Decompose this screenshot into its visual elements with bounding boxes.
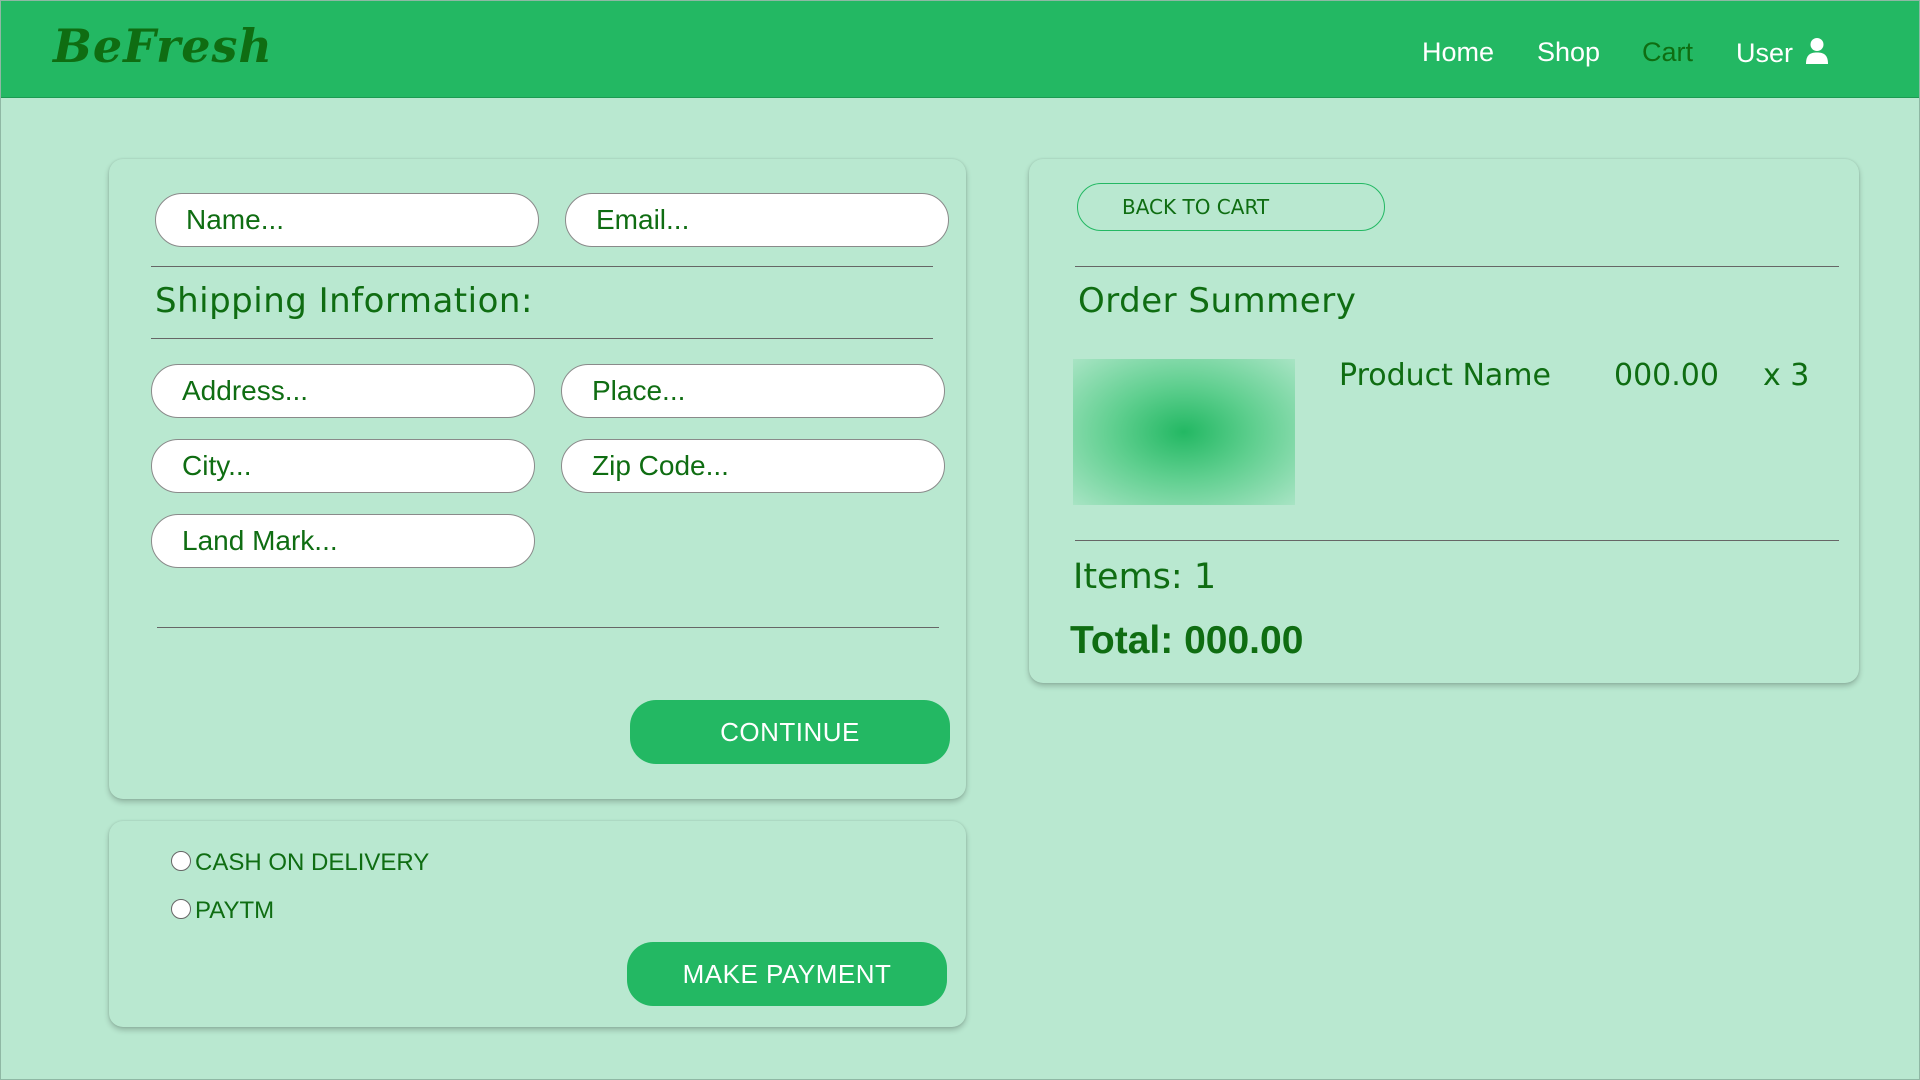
brand-logo[interactable]: BeFresh: [53, 19, 273, 73]
payment-card: CASH ON DELIVERY PAYTM MAKE PAYMENT: [109, 821, 966, 1027]
nav-user[interactable]: User: [1736, 37, 1829, 69]
paytm-radio[interactable]: [171, 899, 191, 919]
cod-label: CASH ON DELIVERY: [195, 849, 430, 876]
items-count: Items: 1: [1073, 557, 1216, 597]
user-icon: [1805, 38, 1828, 64]
divider: [1075, 266, 1839, 267]
total-label: Total:: [1070, 619, 1174, 662]
divider: [151, 266, 933, 267]
payment-option-cod[interactable]: CASH ON DELIVERY: [171, 849, 429, 877]
nav-cart[interactable]: Cart: [1642, 37, 1693, 68]
product-image: [1073, 359, 1295, 505]
zip-code-input[interactable]: [561, 439, 945, 493]
nav-home[interactable]: Home: [1422, 37, 1494, 68]
checkout-form-card: Shipping Information: CONTINUE: [109, 159, 966, 799]
back-to-cart-button[interactable]: BACK TO CART: [1077, 183, 1385, 231]
order-summary-title: Order Summery: [1078, 281, 1357, 321]
items-value: 1: [1193, 557, 1217, 597]
landmark-input[interactable]: [151, 514, 535, 568]
product-price: 000.00: [1614, 358, 1719, 393]
shipping-title: Shipping Information:: [155, 281, 533, 321]
nav-user-label: User: [1736, 38, 1794, 68]
continue-button[interactable]: CONTINUE: [630, 700, 950, 764]
cod-radio[interactable]: [171, 851, 191, 871]
items-label: Items:: [1073, 557, 1183, 597]
product-name: Product Name: [1339, 358, 1551, 393]
nav-shop[interactable]: Shop: [1537, 37, 1600, 68]
order-total: Total: 000.00: [1070, 619, 1303, 663]
email-input[interactable]: [565, 193, 949, 247]
order-summary-card: BACK TO CART Order Summery Product Name …: [1029, 159, 1859, 683]
paytm-label: PAYTM: [195, 897, 275, 924]
divider: [1075, 540, 1839, 541]
address-input[interactable]: [151, 364, 535, 418]
navbar: BeFresh Home Shop Cart User: [1, 1, 1919, 98]
divider: [157, 627, 939, 628]
total-value: 000.00: [1184, 619, 1304, 662]
place-input[interactable]: [561, 364, 945, 418]
city-input[interactable]: [151, 439, 535, 493]
payment-option-paytm[interactable]: PAYTM: [171, 897, 274, 925]
divider: [151, 338, 933, 339]
name-input[interactable]: [155, 193, 539, 247]
product-quantity: x 3: [1763, 358, 1810, 393]
make-payment-button[interactable]: MAKE PAYMENT: [627, 942, 947, 1006]
